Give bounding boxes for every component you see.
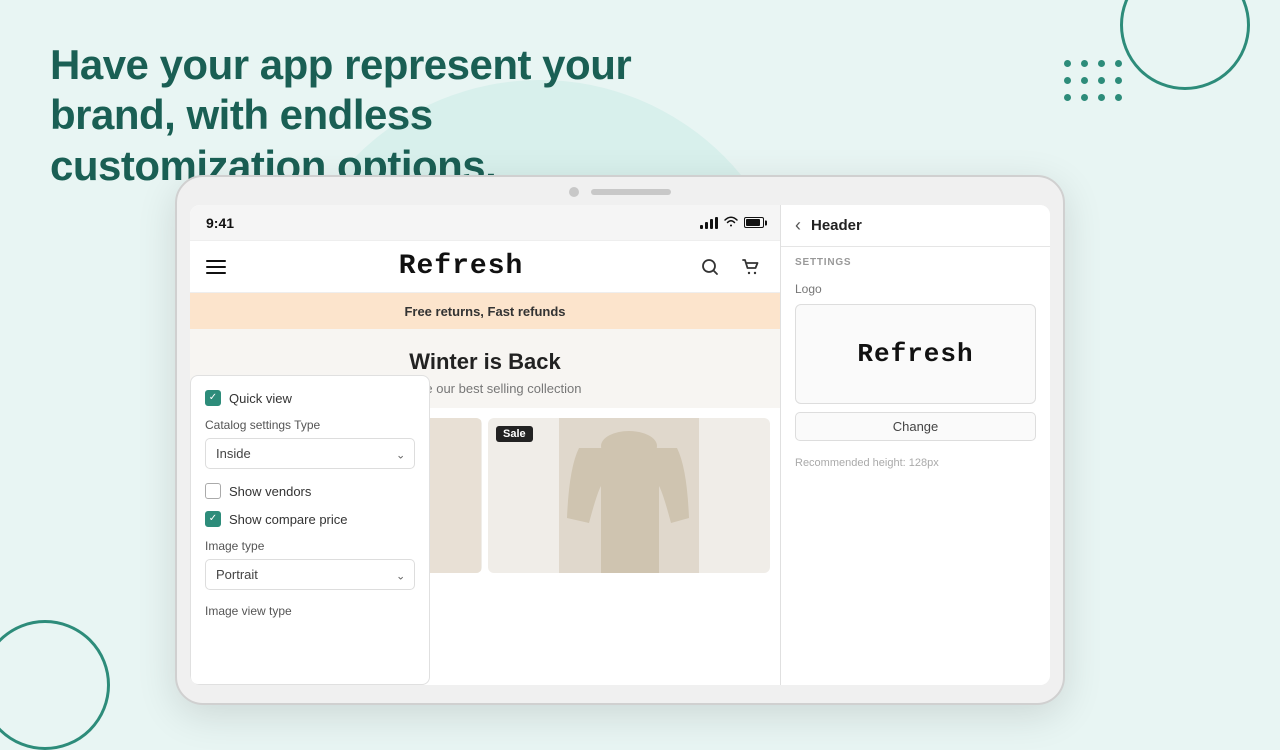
dot — [1115, 60, 1122, 67]
recommended-height-text: Recommended height: 128px — [781, 451, 1050, 475]
image-type-group: Image type Portrait Square Landscape — [205, 539, 415, 590]
tablet-home-bar — [591, 189, 671, 195]
sale-badge-2: Sale — [496, 426, 533, 442]
dot — [1098, 77, 1105, 84]
logo-label: Logo — [795, 282, 1036, 296]
quick-view-checkbox[interactable] — [205, 390, 221, 406]
catalog-settings-group: Catalog settings Type Inside Outside Ove… — [205, 418, 415, 469]
show-compare-label: Show compare price — [229, 512, 348, 527]
app-header: Refresh — [190, 241, 780, 293]
image-view-type-label: Image view type — [205, 604, 415, 618]
tablet-camera — [569, 187, 579, 197]
quick-view-row: Quick view — [205, 390, 415, 406]
app-logo: Refresh — [399, 251, 524, 282]
quick-view-label: Quick view — [229, 391, 292, 406]
signal-bar-4 — [715, 217, 718, 229]
show-compare-checkbox[interactable] — [205, 511, 221, 527]
catalog-type-wrapper: Inside Outside Overlay — [205, 438, 415, 469]
signal-bar-2 — [705, 222, 708, 229]
status-icons — [700, 215, 764, 230]
hamburger-line-2 — [206, 266, 226, 268]
show-vendors-checkbox[interactable] — [205, 483, 221, 499]
change-logo-button[interactable]: Change — [795, 412, 1036, 441]
tablet-device: 9:41 — [175, 175, 1065, 705]
image-type-wrapper: Portrait Square Landscape — [205, 559, 415, 590]
signal-bar-3 — [710, 219, 713, 229]
back-button[interactable]: ‹ — [795, 215, 801, 236]
dot — [1064, 94, 1071, 101]
status-time: 9:41 — [206, 215, 234, 231]
show-vendors-label: Show vendors — [229, 484, 311, 499]
hamburger-line-1 — [206, 260, 226, 262]
dots-decoration — [1064, 60, 1125, 104]
dot — [1081, 77, 1088, 84]
wifi-icon — [723, 215, 739, 230]
logo-section: Logo Refresh Change — [781, 272, 1050, 451]
hamburger-icon[interactable] — [206, 260, 226, 274]
settings-section-label: SETTINGS — [781, 247, 1050, 272]
logo-preview-box: Refresh — [795, 304, 1036, 404]
catalog-settings-panel: Quick view Catalog settings Type Inside … — [190, 375, 430, 685]
dot — [1115, 77, 1122, 84]
catalog-settings-label: Catalog settings Type — [205, 418, 415, 432]
show-vendors-row: Show vendors — [205, 483, 415, 499]
image-type-select[interactable]: Portrait Square Landscape — [205, 559, 415, 590]
settings-panel-title: Header — [811, 217, 862, 234]
show-compare-row: Show compare price — [205, 511, 415, 527]
hero-title: Winter is Back — [206, 349, 764, 375]
headline-section: Have your app represent your brand, with… — [50, 40, 650, 191]
promo-banner: Free returns, Fast refunds — [190, 293, 780, 329]
logo-preview-text: Refresh — [857, 339, 973, 369]
header-settings-panel: ‹ Header SETTINGS Logo Refresh Change Re… — [780, 205, 1050, 685]
signal-bar-1 — [700, 225, 703, 229]
tablet-top-bar — [569, 187, 671, 197]
header-action-icons — [696, 253, 764, 281]
background-circle-bottom-left — [0, 620, 110, 750]
cart-icon[interactable] — [736, 253, 764, 281]
dot — [1115, 94, 1122, 101]
catalog-type-select[interactable]: Inside Outside Overlay — [205, 438, 415, 469]
tablet-screen: 9:41 — [190, 205, 1050, 685]
dot — [1098, 94, 1105, 101]
search-icon[interactable] — [696, 253, 724, 281]
dot — [1064, 77, 1071, 84]
dot — [1098, 60, 1105, 67]
signal-bars-icon — [700, 217, 718, 229]
dot — [1081, 94, 1088, 101]
settings-header: ‹ Header — [781, 205, 1050, 247]
phone-status-bar: 9:41 — [190, 205, 780, 241]
product-card-2[interactable]: Sale — [488, 418, 770, 573]
hamburger-line-3 — [206, 272, 226, 274]
background-circle-top-right — [1120, 0, 1250, 90]
page-title: Have your app represent your brand, with… — [50, 40, 650, 191]
image-type-label: Image type — [205, 539, 415, 553]
banner-text: Free returns, Fast refunds — [404, 304, 565, 319]
dot — [1081, 60, 1088, 67]
battery-fill — [746, 219, 760, 226]
battery-icon — [744, 217, 764, 228]
dot — [1064, 60, 1071, 67]
